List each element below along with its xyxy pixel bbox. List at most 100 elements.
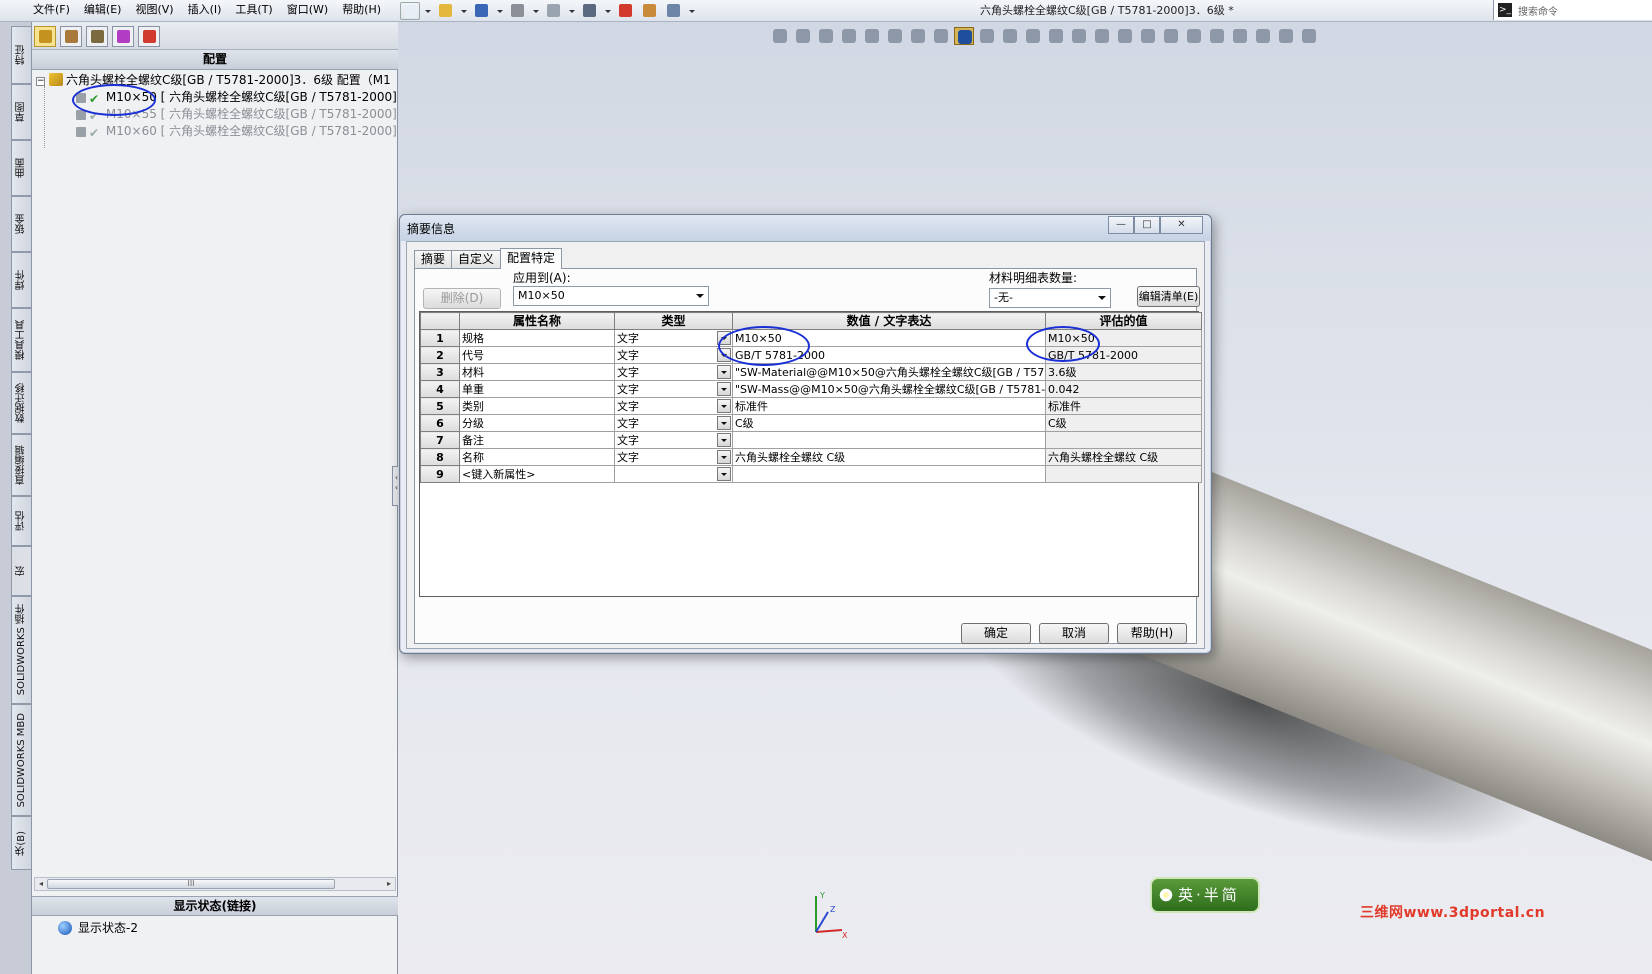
- property-name-cell[interactable]: 名称: [459, 448, 615, 466]
- realview-icon[interactable]: [1253, 27, 1273, 45]
- scroll-left-icon[interactable]: ◂: [35, 878, 47, 890]
- column-header-evaluated-value[interactable]: 评估的值: [1045, 312, 1202, 330]
- display-manager-tab-icon[interactable]: [138, 26, 160, 47]
- chevron-down-icon[interactable]: [717, 433, 731, 447]
- value-cell[interactable]: 标准件: [732, 397, 1046, 415]
- chevron-down-icon[interactable]: [717, 416, 731, 430]
- options-dropdown-icon[interactable]: [688, 2, 696, 20]
- ime-toolbar[interactable]: 英·半简: [1150, 877, 1260, 913]
- rebuild-traffic-light-icon[interactable]: [616, 2, 636, 20]
- view-settings-icon[interactable]: [1184, 27, 1204, 45]
- table-row[interactable]: 1 规格 文字 M10×50 M10×50: [420, 329, 1202, 347]
- tab-sheet-metal[interactable]: 钣金: [11, 196, 31, 252]
- new-document-icon[interactable]: [400, 2, 420, 20]
- type-cell[interactable]: 文字: [614, 346, 733, 364]
- chevron-down-icon[interactable]: [717, 348, 731, 362]
- display-state-item[interactable]: 显示状态-2: [42, 919, 138, 937]
- type-cell[interactable]: [614, 465, 733, 483]
- type-cell[interactable]: 文字: [614, 397, 733, 415]
- bom-quantity-select[interactable]: -无-: [989, 288, 1111, 308]
- display-style-icon[interactable]: [908, 27, 928, 45]
- value-cell[interactable]: C级: [732, 414, 1046, 432]
- value-cell[interactable]: [732, 465, 1046, 483]
- apply-to-select[interactable]: M10×50: [513, 286, 709, 306]
- property-name-cell[interactable]: 代号: [459, 346, 615, 364]
- value-cell[interactable]: GB/T 5781-2000: [732, 346, 1046, 364]
- ok-button[interactable]: 确定: [961, 623, 1031, 644]
- property-name-cell[interactable]: 单重: [459, 380, 615, 398]
- wireframe-icon[interactable]: [977, 27, 997, 45]
- save-icon[interactable]: [472, 2, 492, 20]
- help-button[interactable]: 帮助(H): [1117, 623, 1187, 644]
- config-item-m10x50[interactable]: ✔ M10×50 [ 六角头螺栓全螺纹C级[GB / T5781-2000]: [76, 89, 397, 106]
- property-name-cell[interactable]: 分级: [459, 414, 615, 432]
- print-dropdown-icon[interactable]: [532, 2, 540, 20]
- table-row[interactable]: 7 备注 文字: [420, 431, 1202, 449]
- collapse-icon[interactable]: −: [36, 77, 45, 86]
- ambient-occlusion-icon[interactable]: [1276, 27, 1296, 45]
- menu-file[interactable]: 文件(F): [26, 0, 77, 22]
- config-item-m10x60[interactable]: ✔ M10×60 [ 六角头螺栓全螺纹C级[GB / T5781-2000]: [76, 123, 397, 140]
- zoom-area-icon[interactable]: [793, 27, 813, 45]
- measure-icon[interactable]: [1046, 27, 1066, 45]
- table-row[interactable]: 5 类别 文字 标准件 标准件: [420, 397, 1202, 415]
- type-cell[interactable]: 文字: [614, 363, 733, 381]
- section-view-icon[interactable]: [839, 27, 859, 45]
- column-header-type[interactable]: 类型: [614, 312, 733, 330]
- zoom-icon[interactable]: [1115, 27, 1135, 45]
- undo-icon[interactable]: [544, 2, 564, 20]
- dimxpert-tab-icon[interactable]: [112, 26, 134, 47]
- dialog-title-bar[interactable]: 摘要信息 — □ ✕: [400, 215, 1211, 241]
- menu-tools[interactable]: 工具(T): [228, 0, 279, 22]
- menu-edit[interactable]: 编辑(E): [77, 0, 129, 22]
- column-header-value[interactable]: 数值 / 文字表达: [732, 312, 1046, 330]
- previous-view-icon[interactable]: [816, 27, 836, 45]
- type-cell[interactable]: 文字: [614, 380, 733, 398]
- configuration-manager-tab-icon[interactable]: [86, 26, 108, 47]
- open-folder-icon[interactable]: [436, 2, 456, 20]
- select-pointer-icon[interactable]: [580, 2, 600, 20]
- tab-solidworks-addins[interactable]: SOLIDWORKS 插件: [11, 596, 31, 704]
- menu-help[interactable]: 帮助(H): [335, 0, 388, 22]
- scroll-thumb[interactable]: III: [47, 879, 335, 889]
- tab-sketch[interactable]: 草图: [11, 84, 31, 140]
- feature-tree-tab-icon[interactable]: [34, 26, 56, 47]
- type-cell[interactable]: 文字: [614, 329, 733, 347]
- reference-geometry-icon[interactable]: [1092, 27, 1112, 45]
- tab-data-migration[interactable]: 数据迁移: [11, 372, 31, 434]
- view-palette-icon[interactable]: [1230, 27, 1250, 45]
- tab-custom[interactable]: 自定义: [451, 250, 502, 268]
- table-row[interactable]: 3 材料 文字 "SW-Material@@M10×50@六角头螺栓全螺纹C级[GB …: [420, 363, 1202, 381]
- minimize-button[interactable]: —: [1108, 216, 1134, 234]
- table-row[interactable]: 4 单重 文字 "SW-Mass@@M10×50@六角头螺栓全螺纹C级[GB / T5…: [420, 380, 1202, 398]
- options-icon[interactable]: [664, 2, 684, 20]
- column-header-property-name[interactable]: 属性名称: [459, 312, 615, 330]
- menu-view[interactable]: 视图(V): [128, 0, 180, 22]
- tab-direct-editing[interactable]: 直接编辑: [11, 434, 31, 496]
- mass-properties-icon[interactable]: [1069, 27, 1089, 45]
- tab-summary[interactable]: 摘要: [414, 250, 453, 268]
- table-row[interactable]: 2 代号 文字 GB/T 5781-2000 GB/T 5781-2000: [420, 346, 1202, 364]
- select-dropdown-icon[interactable]: [604, 2, 612, 20]
- tab-weldments[interactable]: 焊件: [11, 252, 31, 308]
- value-cell[interactable]: "SW-Mass@@M10×50@六角头螺栓全螺纹C级[GB / T5781-2: [732, 380, 1046, 398]
- chevron-down-icon[interactable]: [717, 467, 731, 481]
- screen-capture-icon[interactable]: [1299, 27, 1319, 45]
- scroll-right-icon[interactable]: ▸: [383, 878, 395, 890]
- edit-appearance-icon[interactable]: [1000, 27, 1020, 45]
- close-button[interactable]: ✕: [1160, 216, 1203, 234]
- tab-blocks[interactable]: 块(B): [11, 816, 31, 870]
- rotate-view-icon[interactable]: [1161, 27, 1181, 45]
- table-row[interactable]: 9 <键入新属性>: [420, 465, 1202, 483]
- tab-features[interactable]: 特征: [11, 26, 31, 84]
- hide-show-items-icon[interactable]: [931, 27, 951, 45]
- value-cell[interactable]: "SW-Material@@M10×50@六角头螺栓全螺纹C级[GB / T57…: [732, 363, 1046, 381]
- property-name-cell[interactable]: 材料: [459, 363, 615, 381]
- tab-macro[interactable]: 宏: [11, 546, 31, 596]
- save-dropdown-icon[interactable]: [496, 2, 504, 20]
- file-properties-icon[interactable]: [640, 2, 660, 20]
- open-dropdown-icon[interactable]: [460, 2, 468, 20]
- type-cell[interactable]: 文字: [614, 414, 733, 432]
- tab-solidworks-mbd[interactable]: SOLIDWORKS MBD: [11, 704, 31, 816]
- value-cell[interactable]: M10×50: [732, 329, 1046, 347]
